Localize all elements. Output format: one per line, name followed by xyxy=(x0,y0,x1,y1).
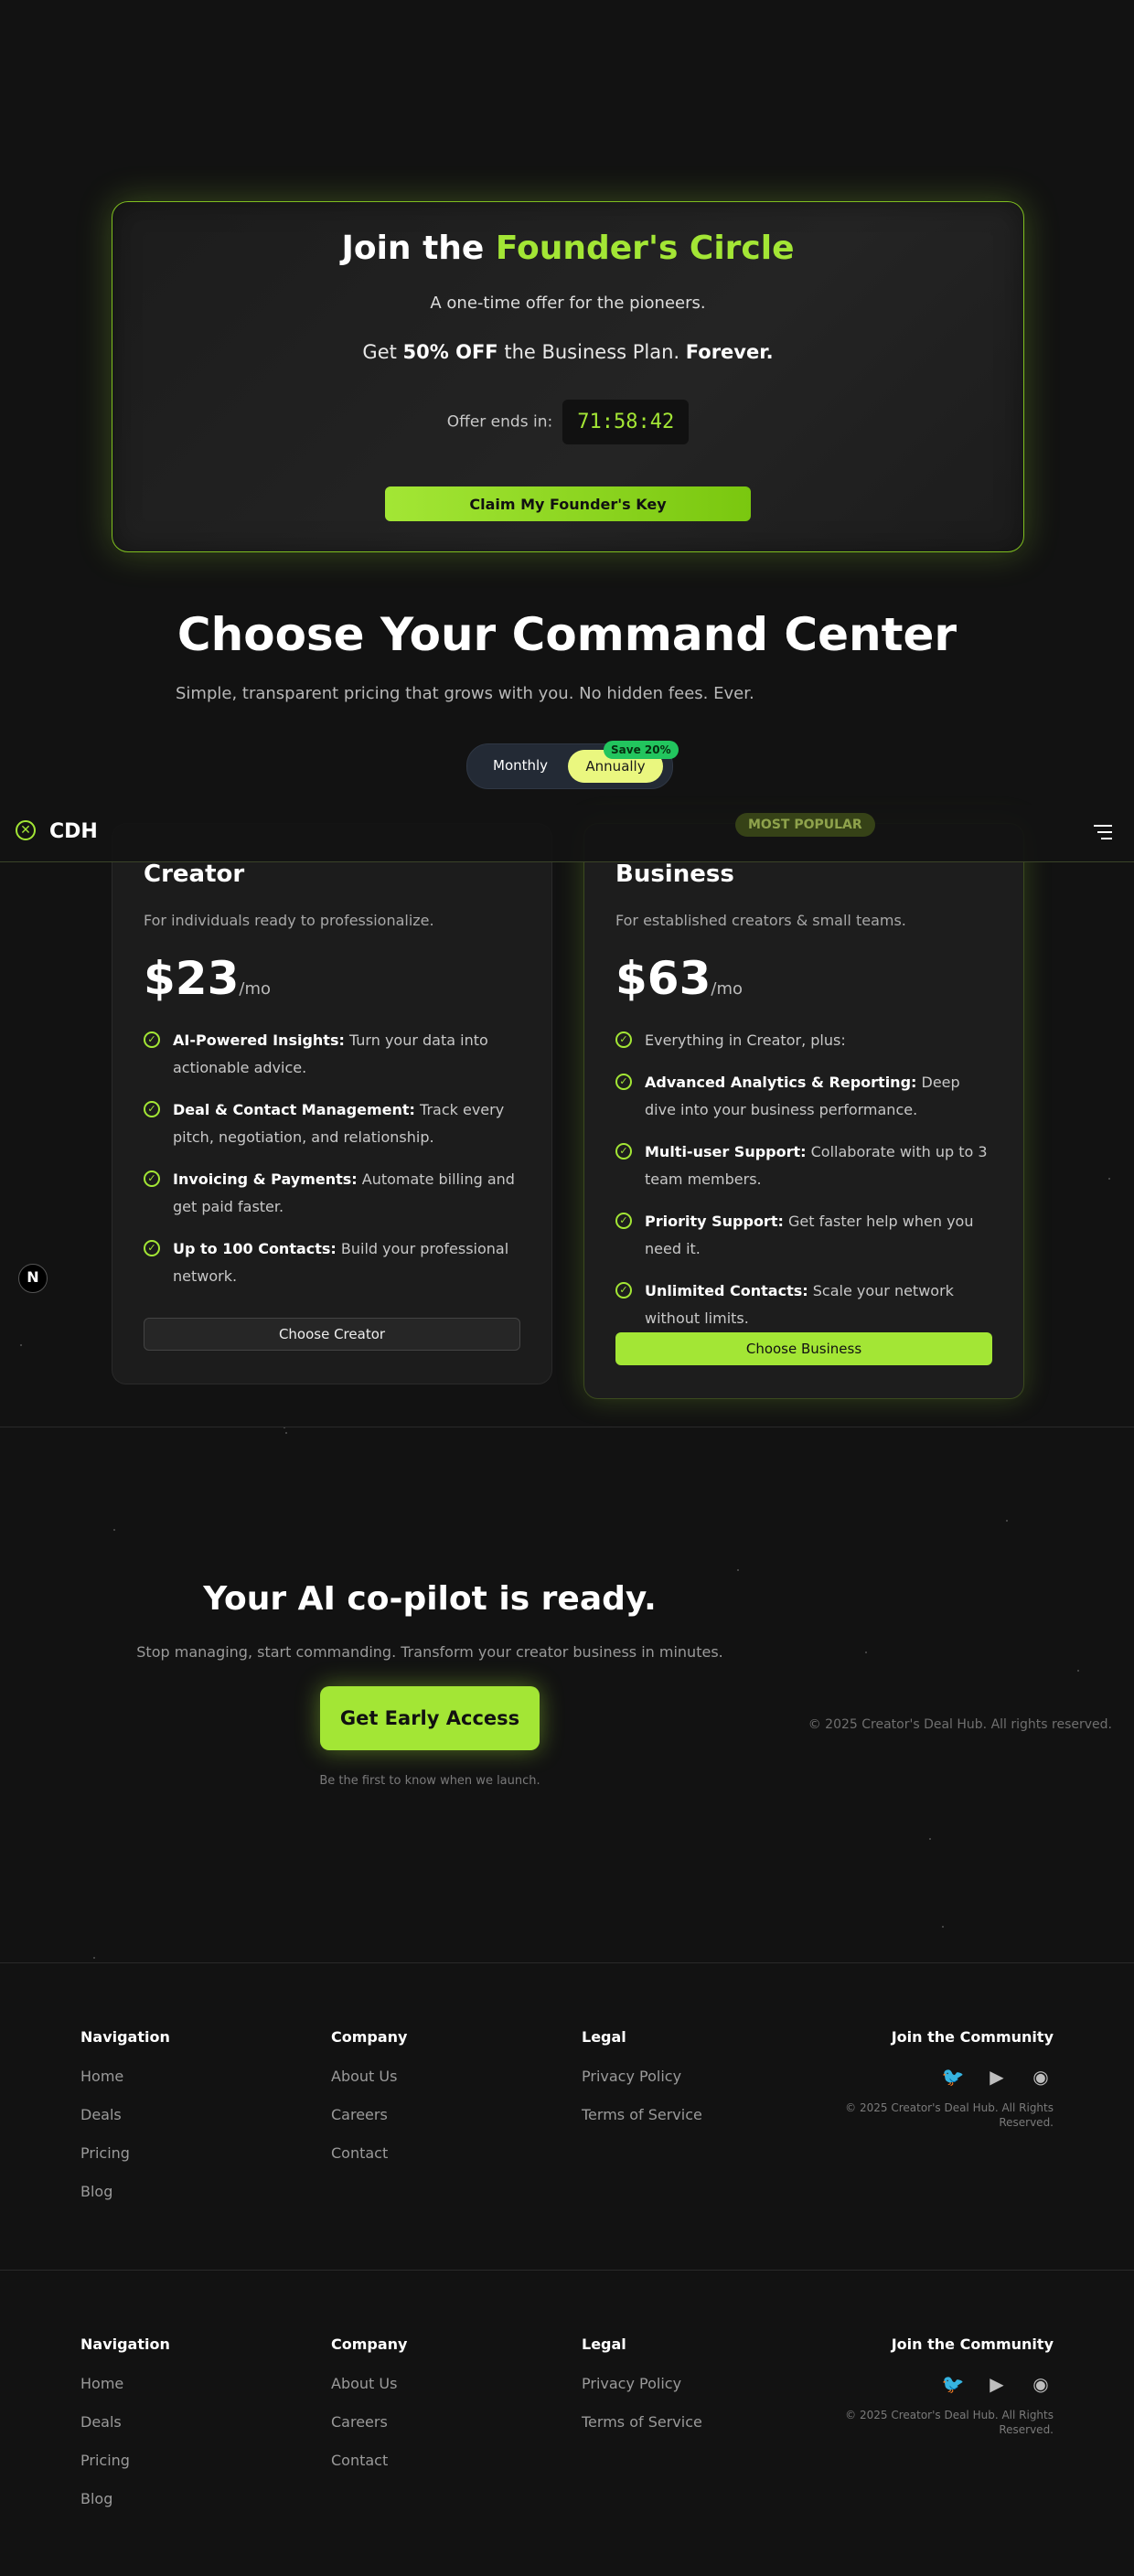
cta-note: Be the first to know when we launch. xyxy=(319,1774,540,1788)
footer-link-contact[interactable]: Contact xyxy=(331,2452,407,2469)
plan-card-creator: Creator For individuals ready to profess… xyxy=(112,823,552,1384)
check-circle-icon: ✓ xyxy=(615,1031,632,1048)
footer-link-terms[interactable]: Terms of Service xyxy=(582,2106,702,2123)
footer-link-pricing[interactable]: Pricing xyxy=(80,2452,170,2469)
save-badge: Save 20% xyxy=(604,741,679,759)
footer-link-terms[interactable]: Terms of Service xyxy=(582,2413,702,2431)
footer-company: Company About Us Careers Contact xyxy=(331,2336,408,2469)
cta-title: Your AI co-pilot is ready. xyxy=(203,1580,657,1618)
check-circle-icon: ✓ xyxy=(144,1240,160,1256)
countdown-row: Offer ends in: 71:58:42 xyxy=(112,400,1023,444)
footer-heading: Join the Community xyxy=(891,2028,1054,2046)
pricing-title: Choose Your Command Center xyxy=(177,608,957,661)
footer-navigation: Navigation Home Deals Pricing Blog xyxy=(80,2336,170,2507)
founder-offer-card: Join the Founder's Circle A one-time off… xyxy=(112,201,1024,552)
footer-link-home[interactable]: Home xyxy=(80,2068,170,2085)
footer-copyright: © 2025 Creator's Deal Hub. All Rights Res… xyxy=(845,2101,1054,2129)
footer-link-contact[interactable]: Contact xyxy=(331,2144,407,2162)
check-circle-icon: ✓ xyxy=(144,1170,160,1187)
founder-title: Join the Founder's Circle xyxy=(341,230,795,267)
footer-navigation: Navigation Home Deals Pricing Blog xyxy=(80,2028,170,2200)
discord-icon[interactable]: ◉ xyxy=(1028,2373,1054,2395)
footer-link-blog[interactable]: Blog xyxy=(80,2183,170,2200)
feature-item: ✓ Priority Support: Get faster help when … xyxy=(615,1208,990,1263)
check-circle-icon: ✓ xyxy=(615,1282,632,1299)
youtube-icon[interactable]: ▶ xyxy=(984,2066,1010,2088)
plan-price: $23/mo xyxy=(144,952,271,1005)
cta-copyright: © 2025 Creator's Deal Hub. All rights re… xyxy=(808,1717,1112,1732)
footer-heading: Company xyxy=(331,2028,408,2046)
footer-community: Join the Community 🐦 ▶ ◉ © 2025 Creator's … xyxy=(779,2336,1054,2437)
pricing-subtitle: Simple, transparent pricing that grows w… xyxy=(176,684,754,703)
feature-list: ✓ Everything in Creator, plus: ✓ Advanced … xyxy=(615,1027,990,1347)
n-badge-icon[interactable]: N xyxy=(18,1264,48,1293)
discord-icon[interactable]: ◉ xyxy=(1028,2066,1054,2088)
footer-divider xyxy=(0,1962,1134,1963)
countdown-label: Offer ends in: xyxy=(446,412,553,432)
feature-item: ✓ Advanced Analytics & Reporting: Deep di… xyxy=(615,1069,990,1124)
plan-card-business: Business For established creators & smal… xyxy=(583,823,1024,1399)
twitter-icon[interactable]: 🐦 xyxy=(940,2373,966,2395)
footer-community: Join the Community 🐦 ▶ ◉ © 2025 Creator's … xyxy=(779,2028,1054,2130)
choose-business-button[interactable]: Choose Business xyxy=(615,1332,992,1365)
brand-name[interactable]: CDH xyxy=(49,820,98,843)
feature-item: ✓ Deal & Contact Management: Track every … xyxy=(144,1096,519,1151)
feature-item: ✓ Multi-user Support: Collaborate with up… xyxy=(615,1138,990,1193)
choose-creator-button[interactable]: Choose Creator xyxy=(144,1318,520,1351)
footer-company: Company About Us Careers Contact xyxy=(331,2028,408,2162)
youtube-icon[interactable]: ▶ xyxy=(984,2373,1010,2395)
cta-subtitle: Stop managing, start commanding. Transfo… xyxy=(136,1643,723,1661)
footer-link-deals[interactable]: Deals xyxy=(80,2413,170,2431)
feature-item: ✓ AI-Powered Insights: Turn your data int… xyxy=(144,1027,519,1082)
check-circle-icon: ✓ xyxy=(615,1074,632,1090)
footer-link-home[interactable]: Home xyxy=(80,2375,170,2392)
footer-heading: Navigation xyxy=(80,2336,170,2353)
logo-icon[interactable]: ✕ xyxy=(16,820,36,840)
footer-link-careers[interactable]: Careers xyxy=(331,2413,407,2431)
footer-heading: Company xyxy=(331,2336,408,2353)
top-navbar: ✕ CDH xyxy=(0,805,1134,862)
check-circle-icon: ✓ xyxy=(615,1213,632,1229)
countdown-timer: 71:58:42 xyxy=(562,400,690,444)
check-circle-icon: ✓ xyxy=(144,1101,160,1117)
footer-heading: Navigation xyxy=(80,2028,170,2046)
footer-link-about[interactable]: About Us xyxy=(331,2068,407,2085)
founder-tagline: A one-time offer for the pioneers. xyxy=(430,294,706,313)
footer-link-privacy[interactable]: Privacy Policy xyxy=(582,2068,702,2085)
footer-heading: Join the Community xyxy=(891,2336,1054,2353)
claim-founder-key-button[interactable]: Claim My Founder's Key xyxy=(385,486,751,521)
feature-item: ✓ Everything in Creator, plus: xyxy=(615,1027,990,1054)
footer-copyright: © 2025 Creator's Deal Hub. All Rights Res… xyxy=(845,2409,1054,2436)
footer-divider xyxy=(0,2270,1134,2271)
footer-legal: Legal Privacy Policy Terms of Service xyxy=(582,2336,702,2431)
twitter-icon[interactable]: 🐦 xyxy=(940,2066,966,2088)
footer-link-careers[interactable]: Careers xyxy=(331,2106,407,2123)
footer-link-deals[interactable]: Deals xyxy=(80,2106,170,2123)
footer-legal: Legal Privacy Policy Terms of Service xyxy=(582,2028,702,2123)
feature-item: ✓ Up to 100 Contacts: Build your professi… xyxy=(144,1235,519,1290)
founder-offer-text: Get 50% OFF the Business Plan. Forever. xyxy=(362,341,774,363)
footer-heading: Legal xyxy=(582,2028,626,2046)
footer-link-about[interactable]: About Us xyxy=(331,2375,407,2392)
footer-link-pricing[interactable]: Pricing xyxy=(80,2144,170,2162)
plan-name: Creator xyxy=(144,860,245,888)
footer-heading: Legal xyxy=(582,2336,626,2353)
plan-name: Business xyxy=(615,860,734,888)
toggle-monthly[interactable]: Monthly xyxy=(493,757,548,774)
footer-link-blog[interactable]: Blog xyxy=(80,2490,170,2507)
plan-description: For individuals ready to professionalize… xyxy=(144,912,434,929)
feature-list: ✓ AI-Powered Insights: Turn your data int… xyxy=(144,1027,519,1305)
most-popular-badge: MOST POPULAR xyxy=(735,813,875,837)
check-circle-icon: ✓ xyxy=(615,1143,632,1160)
hamburger-menu-icon[interactable] xyxy=(1094,825,1112,844)
footer-link-privacy[interactable]: Privacy Policy xyxy=(582,2375,702,2392)
get-early-access-button[interactable]: Get Early Access xyxy=(320,1686,540,1750)
feature-item: ✓ Unlimited Contacts: Scale your network … xyxy=(615,1277,990,1332)
plan-price: $63/mo xyxy=(615,952,743,1005)
check-circle-icon: ✓ xyxy=(144,1031,160,1048)
feature-item: ✓ Invoicing & Payments: Automate billing … xyxy=(144,1166,519,1221)
plan-description: For established creators & small teams. xyxy=(615,912,906,929)
